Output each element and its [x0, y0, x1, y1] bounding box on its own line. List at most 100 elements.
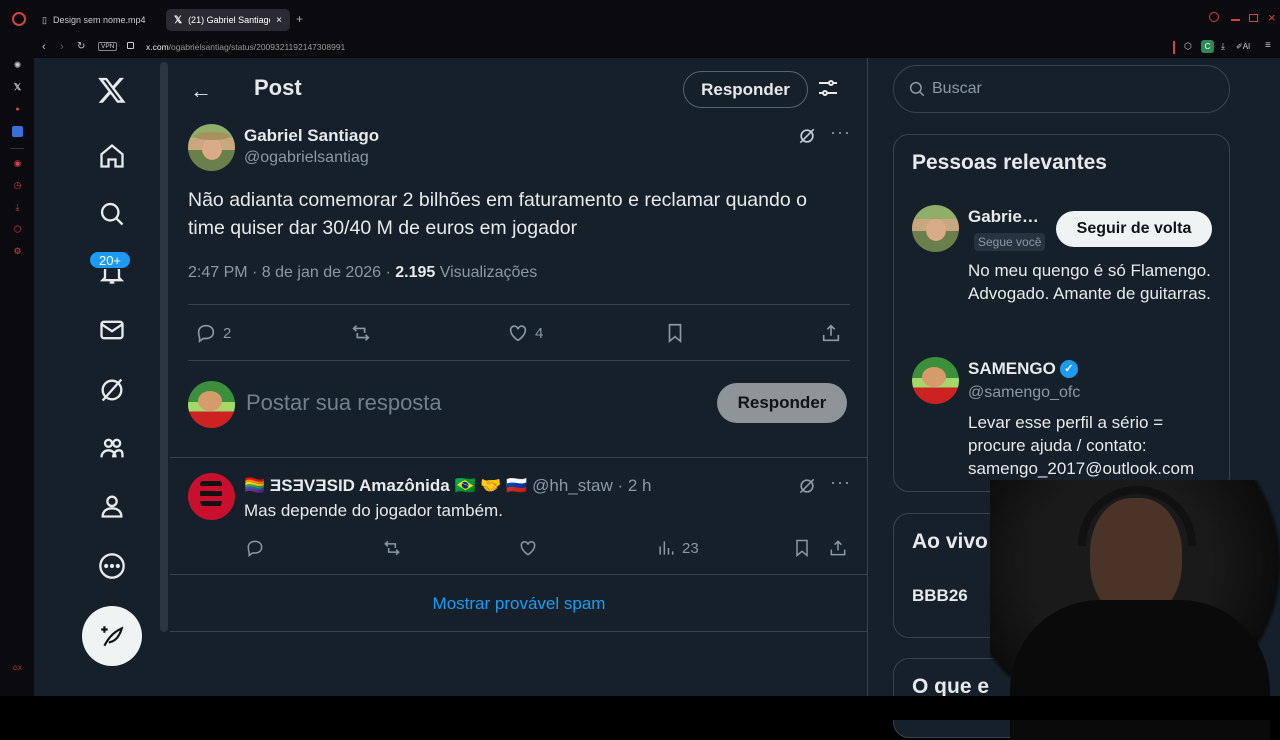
my-avatar[interactable]: [188, 381, 235, 428]
back-icon[interactable]: ‹: [42, 41, 46, 53]
repost-action[interactable]: [350, 322, 372, 344]
reply-input[interactable]: Postar sua resposta: [246, 390, 666, 416]
gx-icon[interactable]: GX: [12, 664, 23, 675]
reply-author-avatar[interactable]: [188, 473, 235, 520]
scrollbar[interactable]: [160, 62, 168, 632]
tab-label: (21) Gabriel Santiago no X: [188, 15, 271, 25]
reply-like-action[interactable]: [518, 538, 538, 558]
ai-button[interactable]: ✐AI: [1236, 42, 1250, 51]
reply-share-action[interactable]: [828, 538, 848, 558]
person-bio: Levar esse perfil a sério = procure ajud…: [968, 413, 1195, 478]
divider: [170, 574, 868, 575]
x-app-icon[interactable]: 𝕏: [12, 82, 23, 93]
divider-line: [1173, 41, 1175, 54]
opera-sidebar: ✺ 𝕏 ● ◉ ◷ ⤓ ⬡ ⚙ GX: [0, 58, 34, 698]
more-options-icon[interactable]: ···: [830, 122, 851, 143]
reply-handle-time[interactable]: @hh_staw · 2 h: [532, 476, 651, 495]
maximize-icon[interactable]: [1249, 14, 1258, 22]
downloads-icon[interactable]: ⤓: [12, 202, 23, 213]
x-logo-icon[interactable]: [94, 72, 130, 108]
app-icon[interactable]: [12, 126, 23, 137]
views-count: 2.195: [395, 264, 436, 281]
reply-icon: [197, 324, 215, 343]
reply-text: Mas depende do jogador também.: [244, 501, 503, 520]
grok-icon[interactable]: [94, 372, 130, 408]
download-icon[interactable]: ⤓: [1221, 41, 1225, 52]
reply-more-options-icon[interactable]: ···: [830, 472, 851, 493]
menu-icon[interactable]: ≡: [1265, 40, 1271, 51]
tab-video[interactable]: ▯ Design sem nome.mp4: [34, 9, 158, 31]
headphones-icon: [1078, 486, 1196, 546]
search-field[interactable]: Buscar: [893, 65, 1230, 113]
like-action[interactable]: 4: [507, 322, 543, 344]
grok-reply-icon[interactable]: [797, 476, 817, 501]
back-arrow-icon[interactable]: ←: [190, 78, 212, 104]
avatar-face: [926, 219, 946, 241]
settings-icon[interactable]: ⚙: [12, 246, 23, 257]
reload-icon[interactable]: ↻: [77, 41, 85, 52]
divider: [188, 304, 850, 305]
reply-action[interactable]: 2: [195, 322, 231, 344]
person-avatar[interactable]: [912, 357, 959, 404]
person-avatar[interactable]: [912, 205, 959, 252]
vpn-badge[interactable]: VPN: [98, 42, 118, 51]
author-handle[interactable]: @ogabrielsantiag: [244, 149, 369, 167]
flamengo-crest-icon: [200, 481, 222, 511]
compose-post-button[interactable]: [82, 606, 142, 666]
profile-icon[interactable]: [94, 488, 130, 524]
reply-views-action[interactable]: 23: [656, 538, 699, 558]
reply-repost-action[interactable]: [382, 538, 402, 558]
home-icon[interactable]: [94, 138, 130, 174]
avatar-face: [198, 391, 222, 411]
communities-icon[interactable]: [94, 430, 130, 466]
author-avatar[interactable]: [188, 124, 235, 171]
ai-assistant-icon[interactable]: ✺: [12, 60, 23, 71]
divider: [170, 457, 868, 458]
reply-reply-action[interactable]: [245, 538, 265, 558]
reply-author-name[interactable]: ƎSƎVƎSID Amazônida: [270, 476, 450, 495]
grok-post-icon[interactable]: [797, 126, 817, 151]
messages-icon[interactable]: [94, 312, 130, 348]
post-time[interactable]: 2:47 PM · 8 de jan de 2026 ·: [188, 264, 395, 281]
post-meta: 2:47 PM · 8 de jan de 2026 · 2.195 Visua…: [188, 264, 537, 282]
person-name[interactable]: Gabrie…: [968, 207, 1039, 227]
player-icon[interactable]: ◉: [12, 158, 23, 169]
show-spam-link[interactable]: Mostrar provável spam: [170, 594, 868, 614]
chat-icon[interactable]: ⬡: [1184, 41, 1192, 52]
extensions-icon[interactable]: ⬡: [12, 224, 23, 235]
close-tab-icon[interactable]: ×: [276, 15, 282, 26]
filter-icon[interactable]: [816, 76, 842, 102]
reply-views-count: 23: [682, 539, 699, 557]
divider: [170, 631, 868, 632]
search-tabs-icon[interactable]: [1209, 12, 1219, 22]
person-name[interactable]: SAMENGO: [968, 359, 1056, 379]
minimize-icon[interactable]: [1231, 19, 1240, 21]
new-tab-button[interactable]: +: [296, 12, 303, 26]
url-field[interactable]: x.com/ogabrielsantiag/status/20093211921…: [146, 42, 345, 52]
share-action[interactable]: [820, 322, 842, 344]
url-host: x.com: [146, 42, 169, 52]
notifications-badge: 20+: [89, 251, 131, 269]
follow-back-button[interactable]: Seguir de volta: [1056, 211, 1212, 247]
reply-count: 2: [223, 324, 232, 342]
history-icon[interactable]: ◷: [12, 180, 23, 191]
header-reply-button[interactable]: Responder: [683, 71, 808, 108]
reply-bookmark-action[interactable]: [792, 538, 812, 558]
explore-icon[interactable]: [94, 196, 130, 232]
compose-reply-button[interactable]: Responder: [717, 383, 847, 423]
more-icon[interactable]: [94, 548, 130, 584]
divider: [188, 360, 850, 361]
like-count: 4: [535, 324, 544, 342]
person-handle[interactable]: @samengo_ofc: [968, 384, 1080, 402]
author-name[interactable]: Gabriel Santiago: [244, 126, 379, 146]
close-window-icon[interactable]: ×: [1268, 10, 1276, 25]
share-icon: [822, 324, 840, 342]
bookmark-action[interactable]: [664, 322, 686, 344]
avatar-face: [202, 138, 222, 160]
opera-logo-icon[interactable]: [12, 12, 26, 26]
record-icon[interactable]: ●: [12, 104, 23, 115]
forward-icon[interactable]: ›: [60, 41, 64, 53]
live-item[interactable]: BBB26: [912, 586, 968, 606]
tab-x-post[interactable]: 𝕏 (21) Gabriel Santiago no X ×: [166, 9, 290, 31]
extension-avatar[interactable]: C: [1201, 40, 1214, 53]
